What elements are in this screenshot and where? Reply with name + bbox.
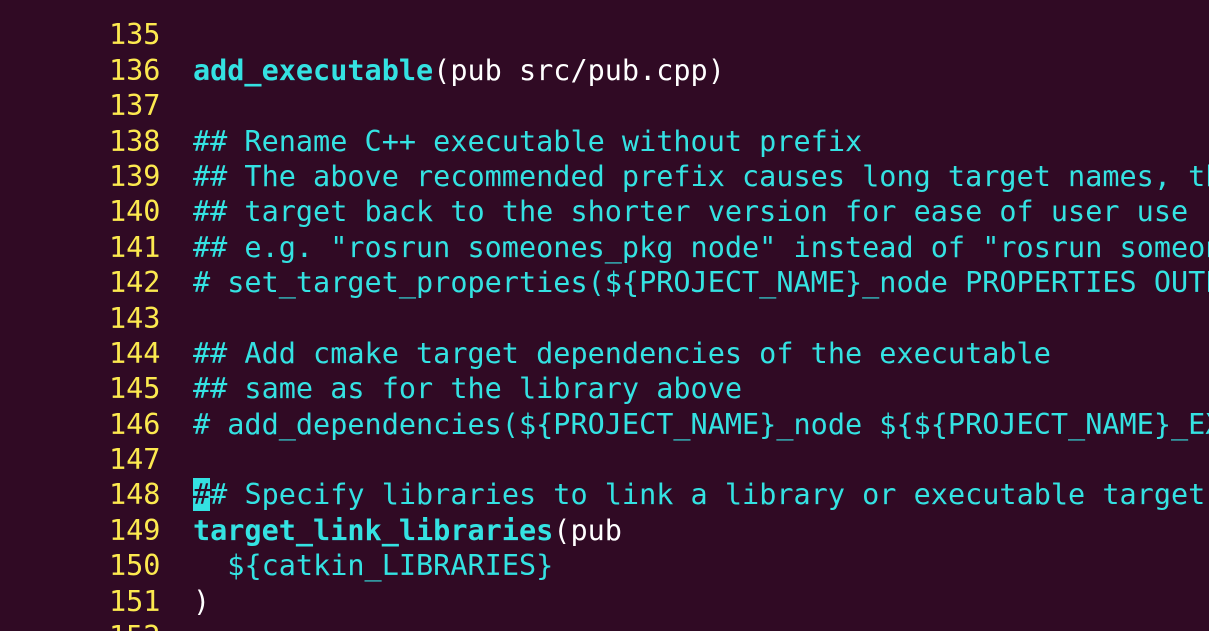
comment-text: # set_target_properties(${PROJECT_NAME}_… — [192, 266, 1209, 300]
comment-text: ## The above recommended prefix causes l… — [192, 159, 1209, 193]
line-number: 151 — [108, 584, 161, 618]
function-name: target_link_libraries — [192, 513, 554, 547]
line-number: 145 — [108, 372, 161, 406]
line-number: 142 — [108, 266, 161, 300]
text-editor[interactable]: 135 136 add_executable(pub src/pub.cpp) 1… — [0, 0, 1209, 631]
code-lines: 135 136 add_executable(pub src/pub.cpp) 1… — [6, 0, 1209, 631]
line-number: 139 — [108, 159, 161, 193]
code-text: (pub src/pub.cpp) — [433, 53, 725, 87]
line-number: 144 — [108, 336, 161, 370]
comment-text: ## same as for the library above — [192, 372, 743, 406]
line-number: 136 — [108, 53, 161, 87]
line-number: 137 — [108, 89, 161, 123]
line-number: 140 — [108, 195, 161, 229]
line-number: 146 — [108, 407, 161, 441]
comment-text: ## Add cmake target dependencies of the … — [192, 336, 1051, 370]
comment-text: ## Rename C++ executable without prefix — [192, 124, 863, 158]
line-number: 152 — [109, 619, 193, 631]
text-cursor: # — [192, 478, 211, 512]
line-number: 143 — [108, 301, 161, 335]
function-name: add_executable — [192, 53, 434, 87]
comment-text: ## target back to the shorter version fo… — [192, 195, 1189, 229]
code-text: ) — [192, 584, 211, 618]
line-number: 147 — [108, 443, 161, 477]
comment-text: # Specify libraries to link a library or… — [210, 478, 1206, 512]
line-number: 148 — [108, 478, 161, 512]
variable-text: ${catkin_LIBRARIES} — [227, 549, 554, 583]
line-number: 149 — [108, 513, 161, 547]
code-line: 135 — [6, 0, 1209, 51]
line-number: 135 — [108, 18, 161, 52]
line-number: 141 — [108, 230, 161, 264]
code-text: (pub — [553, 513, 622, 547]
line-number: 150 — [108, 549, 161, 583]
comment-text: # add_dependencies(${PROJECT_NAME}_node … — [192, 407, 1209, 441]
line-number: 138 — [108, 124, 161, 158]
comment-text: ## e.g. "rosrun someones_pkg node" inste… — [192, 230, 1209, 264]
